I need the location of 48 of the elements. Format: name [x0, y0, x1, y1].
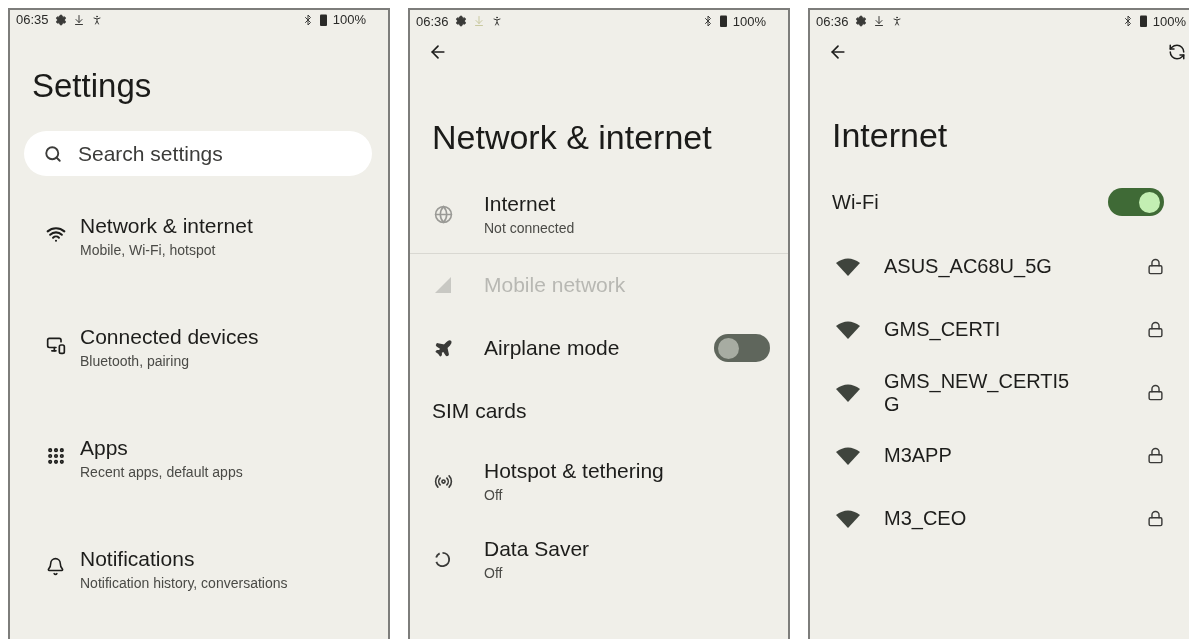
item-title: Network & internet: [80, 214, 254, 238]
wifi-network-item[interactable]: M3APP: [810, 424, 1188, 487]
page-title: Internet: [832, 116, 949, 155]
page-title: Network & internet: [432, 118, 713, 157]
status-time: 06:35: [16, 12, 49, 28]
wifi-toggle-row[interactable]: Wi-Fi: [810, 169, 1182, 235]
item-title: Notifications: [80, 547, 196, 571]
settings-item[interactable]: Connected devices Bluetooth, pairing: [10, 315, 388, 426]
item-subtitle: Mobile, Wi-Fi, hotspot: [80, 242, 217, 258]
wifi-network-item[interactable]: GMS_NEW_CERTI5G: [810, 361, 1188, 424]
item-subtitle: Bluetooth, pairing: [80, 353, 190, 369]
item-title: Wi-Fi: [832, 190, 880, 214]
network-name: GMS_CERTI: [884, 318, 1002, 341]
item-subtitle: Off: [484, 565, 504, 581]
item-title: Mobile network: [484, 273, 627, 297]
item-title: Internet: [484, 192, 557, 216]
battery-percentage: 100%: [732, 13, 766, 29]
search-field[interactable]: Search settings: [24, 131, 372, 177]
item-title: Airplane mode: [484, 336, 621, 360]
wifi-network-item[interactable]: M3_CEO: [810, 487, 1188, 550]
wifi-network-item[interactable]: ASUS_AC68U_5G: [810, 235, 1188, 298]
item-title: Connected devices: [80, 325, 260, 349]
settings-item[interactable]: Hotspot & tethering Off: [410, 442, 788, 520]
status-time: 06:36: [816, 13, 849, 29]
item-title: Apps: [80, 436, 129, 460]
item-subtitle: Not connected: [484, 220, 576, 236]
item-subtitle: Off: [484, 487, 504, 503]
item-subtitle: Recent apps, default apps: [80, 464, 244, 480]
network-name: M3_CEO: [884, 507, 968, 530]
settings-item[interactable]: Airplane mode: [410, 316, 788, 380]
battery-percentage: 100%: [1152, 13, 1186, 29]
settings-item[interactable]: Network & internet Mobile, Wi-Fi, hotspot: [10, 204, 388, 315]
network-name: M3APP: [884, 444, 953, 467]
battery-percentage: 100%: [332, 12, 366, 28]
settings-item[interactable]: Apps Recent apps, default apps: [10, 426, 388, 537]
item-subtitle: Notification history, conversations: [80, 575, 289, 591]
network-name: GMS_NEW_CERTI5G: [884, 369, 1071, 416]
item-title: Hotspot & tethering: [484, 459, 665, 483]
search-placeholder: Search settings: [78, 141, 223, 166]
wifi-network-item[interactable]: GMS_CERTI: [810, 298, 1188, 361]
section-header: SIM cards: [432, 399, 527, 423]
status-time: 06:36: [416, 13, 449, 29]
page-title: Settings: [32, 67, 153, 106]
settings-item[interactable]: Notifications Notification history, conversations: [10, 537, 388, 639]
settings-item[interactable]: Data Saver Off: [410, 520, 788, 598]
network-name: ASUS_AC68U_5G: [884, 255, 1053, 278]
item-title: Data Saver: [484, 537, 591, 561]
settings-item[interactable]: Internet Not connected: [410, 175, 788, 253]
